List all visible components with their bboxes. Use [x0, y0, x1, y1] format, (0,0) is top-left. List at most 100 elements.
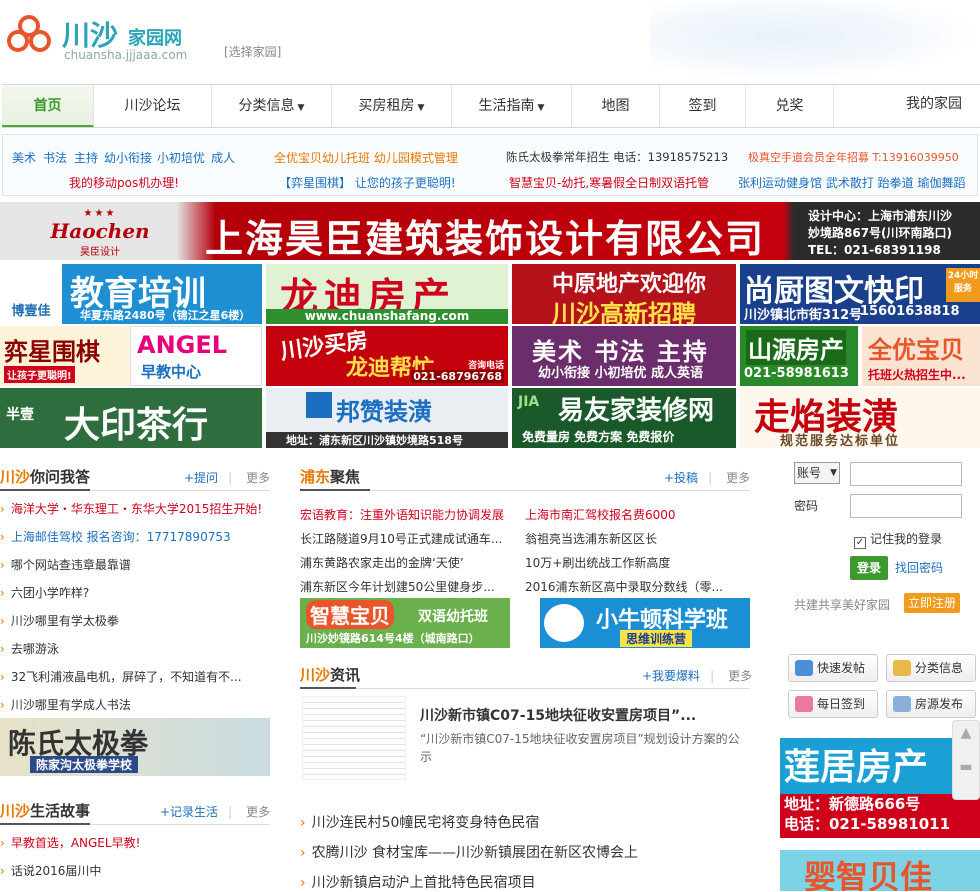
stories-rule — [0, 823, 270, 825]
list-item[interactable]: › 话说2016届川中 — [0, 862, 101, 879]
list-item[interactable]: 浦东新区今年计划建50公里健身步... — [300, 578, 495, 595]
link-preschool[interactable]: 幼小衔接 — [104, 149, 152, 166]
news-thumbnail[interactable] — [302, 696, 406, 780]
site-logo[interactable]: 川沙 家园网 chuansha.jjjaaa.com — [6, 10, 206, 62]
nav-home[interactable]: 首页 — [2, 85, 94, 127]
daily-signin-button[interactable]: 每日签到 — [788, 690, 878, 718]
news-report-link[interactable]: +我要爆料 — [642, 669, 700, 683]
quick-post-button[interactable]: 快速发帖 — [788, 654, 878, 682]
stories-title: 川沙生活故事 — [0, 802, 91, 820]
ad-taichi[interactable]: 陈氏太极拳 陈家沟太极拳学校 — [0, 718, 270, 776]
password-label: 密码 — [794, 499, 819, 513]
ad-tea[interactable]: 半壹 大印茶行 — [0, 388, 262, 448]
link-calligraphy[interactable]: 书法 — [43, 149, 67, 166]
pudong-more-link[interactable]: 更多 — [726, 471, 750, 485]
floating-toolbar[interactable]: ▲ ▬ — [952, 720, 980, 800]
list-item[interactable]: › 川沙连民村50幢民宅将变身特色民宿 — [300, 812, 539, 832]
list-item[interactable]: › 海洋大学・华东理工・东华大学2015招生开始! — [0, 500, 262, 517]
ad-zouyan[interactable]: 走焰装潢 规范服务达标单位 — [740, 388, 980, 448]
star-icon: ★★★ — [83, 208, 117, 219]
list-item[interactable]: › 早教首选，ANGEL早教! — [0, 834, 140, 851]
link-zhihui[interactable]: 智慧宝贝-幼托,寒暑假全日制双语托管 — [509, 174, 709, 191]
house-post-button[interactable]: 房源发布 — [886, 690, 976, 718]
list-item[interactable]: › 去哪游泳 — [0, 640, 59, 657]
list-item[interactable]: 10万+刷出统战工作新高度 — [525, 554, 670, 571]
ad-xiaoniudun[interactable]: 小牛顿科学班 思维训练营 — [540, 598, 750, 648]
news-headline[interactable]: 川沙新市镇C07-15地块征收安置房项目”... — [420, 705, 696, 725]
link-fitness[interactable]: 张利运动健身馆 武术散打 跆拳道 瑜伽舞蹈 — [738, 174, 965, 191]
remember-option[interactable]: ✓ 记住我的登录 — [854, 530, 942, 549]
arrow-up-icon[interactable]: ▲ — [953, 725, 979, 741]
account-type-select[interactable]: 账号 ▼ — [794, 462, 840, 484]
login-box: 账号 ▼ 密码 ✓ 记住我的登录 登录 找回密码 共建共享美好家园 立即注册 — [782, 460, 980, 628]
ad-angel[interactable]: ANGEL 早教中心 — [130, 326, 262, 386]
banner-contact: 设计中心：上海市浦东川沙 妙境路867号(川环南路口) TEL：021-6839… — [808, 209, 953, 257]
list-item[interactable]: › 32飞利浦液晶电机，屏碎了，不知道有不... — [0, 668, 242, 685]
password-input[interactable] — [850, 494, 962, 518]
link-go[interactable]: 【弈星围棋】 让您的孩子更聪明! — [279, 174, 456, 191]
link-taichi[interactable]: 陈氏太极拳常年招生 电话：13918575213 — [506, 149, 728, 165]
list-item[interactable]: › 川沙新镇启动沪上首批特色民宿项目 — [300, 872, 536, 892]
list-item[interactable]: 宏语教育：注重外语知识能力协调发展 — [300, 506, 504, 523]
nav-life-guide[interactable]: 生活指南 ▼ — [452, 85, 572, 127]
register-button[interactable]: 立即注册 — [904, 593, 960, 613]
username-input[interactable] — [850, 462, 962, 486]
ad-weiqi[interactable]: 弈星围棋 让孩子更聪明! — [0, 326, 130, 386]
link-karate[interactable]: 极真空手道会员全年招募 T:13916039950 — [748, 149, 959, 165]
header-clouds — [650, 0, 980, 80]
forgot-password-link[interactable]: 找回密码 — [895, 559, 943, 576]
pudong-post-link[interactable]: +投稿 — [664, 471, 698, 485]
stories-more-link[interactable]: 更多 — [246, 805, 270, 819]
list-item[interactable]: › 六团小学咋样? — [0, 584, 89, 601]
chat-bubble-icon[interactable]: ▬ — [953, 759, 979, 775]
news-more-link[interactable]: 更多 — [728, 669, 752, 683]
chat-icon — [795, 660, 813, 676]
select-home-link[interactable]: [选择家园] — [224, 43, 281, 60]
ad-bangzan[interactable]: 邦赞装潢 地址：浦东新区川沙镇妙境路518号 — [266, 388, 508, 448]
ad-education[interactable]: 博壹佳 教育培训 华夏东路2480号（锦江之星6楼） — [0, 264, 262, 324]
ad-shangchu[interactable]: 尚厨图文快印 川沙镇北市街312号 15601638818 24小时服务 — [740, 264, 980, 324]
qa-ask-link[interactable]: +提问 — [184, 471, 218, 485]
nav-forum[interactable]: 川沙论坛 — [94, 85, 212, 127]
list-item[interactable]: › 川沙哪里有学太极拳 — [0, 612, 119, 629]
nav-signin[interactable]: 签到 — [660, 85, 746, 127]
list-item[interactable]: › 上海邮佳驾校 报名咨询：17717890753 — [0, 528, 231, 545]
ad-zhongyuan[interactable]: 中原地产欢迎你 川沙高新招聘 — [512, 264, 736, 324]
nav-redeem[interactable]: 兑奖 — [746, 85, 834, 127]
ad-lianju[interactable]: 莲居房产 地址：新德路666号 电话：021-58981011 — [780, 738, 980, 838]
nav-map[interactable]: 地图 — [572, 85, 660, 127]
link-pos[interactable]: 我的移动pos机办理! — [69, 174, 179, 191]
checkbox-checked-icon[interactable]: ✓ — [854, 537, 866, 549]
list-item[interactable]: 翁祖亮当选浦东新区区长 — [525, 530, 657, 547]
my-home-link[interactable]: 我的家园 — [906, 85, 962, 127]
list-item[interactable]: 浦东黄路农家走出的金牌‘天使’ — [300, 554, 464, 571]
classifieds-button[interactable]: 分类信息 — [886, 654, 976, 682]
list-item[interactable]: › 哪个网站查违章最靠谱 — [0, 556, 131, 573]
ad-maifang[interactable]: 川沙买房 龙迪帮忙 咨询电话 021-68796768 — [266, 326, 508, 386]
list-item[interactable]: › 农腾川沙 食材宝库——川沙新镇展团在新区农博会上 — [300, 842, 638, 862]
ad-zhihui[interactable]: 智慧宝贝 双语幼托班 川沙妙镜路614号4楼（城南路口） — [300, 598, 510, 648]
qa-more-link[interactable]: 更多 — [246, 471, 270, 485]
link-quanyou[interactable]: 全优宝贝幼儿托班 幼儿园模式管理 — [274, 149, 458, 166]
site-domain: chuansha.jjjaaa.com — [64, 48, 188, 62]
nav-classifieds[interactable]: 分类信息 ▼ — [212, 85, 332, 127]
stories-record-link[interactable]: +记录生活 — [160, 805, 218, 819]
ad-yiyoujia[interactable]: JIA 易友家装修网 免费量房 免费方案 免费报价 — [512, 388, 736, 448]
list-item[interactable]: › 川沙哪里有学成人书法 — [0, 696, 131, 713]
list-item[interactable]: 2016浦东新区高中录取分数线（零... — [525, 578, 723, 595]
ad-art[interactable]: 美术 书法 主持 幼小衔接 小初培优 成人英语 — [512, 326, 736, 386]
link-art[interactable]: 美术 — [12, 149, 36, 166]
list-item[interactable]: 上海市南汇驾校报名费6000 — [525, 506, 676, 523]
link-adult[interactable]: 成人 — [211, 149, 235, 166]
link-tutoring[interactable]: 小初培优 — [157, 149, 205, 166]
ad-yingzhi[interactable]: 婴智贝佳 — [780, 850, 980, 891]
ad-shanyuan[interactable]: 山源房产 021-58981613 — [740, 326, 858, 386]
list-item[interactable]: 长江路隧道9月10号正式建成试通车... — [300, 530, 502, 547]
banner-haochen[interactable]: ★★★ Haochen 昊臣设计 上海昊臣建筑装饰设计有限公司 设计中心：上海市… — [0, 202, 980, 260]
ad-longdi[interactable]: 龙迪房产 www.chuanshafang.com — [266, 264, 508, 324]
ad-quanyou[interactable]: 全优宝贝 托班火热招生中... — [862, 326, 980, 386]
stories-actions: +记录生活 | 更多 — [160, 805, 271, 819]
login-button[interactable]: 登录 — [850, 556, 888, 580]
nav-housing[interactable]: 买房租房 ▼ — [332, 85, 452, 127]
link-host[interactable]: 主持 — [74, 149, 98, 166]
